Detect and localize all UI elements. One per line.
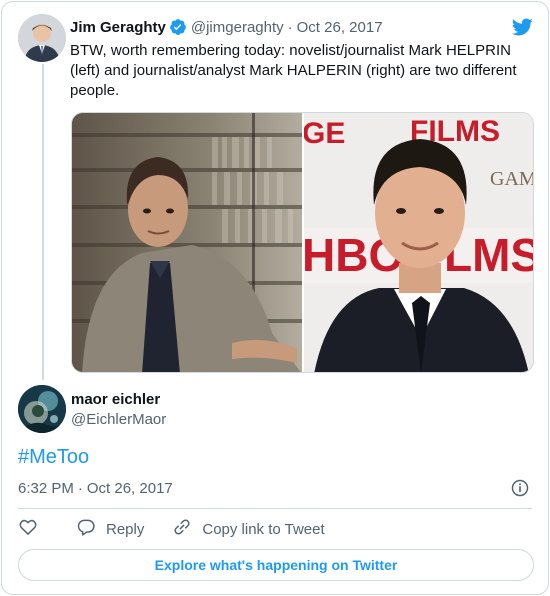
- separator-dot: ·: [77, 480, 83, 497]
- author-handle[interactable]: @EichlerMaor: [71, 411, 166, 428]
- copy-link-label: Copy link to Tweet: [202, 520, 325, 538]
- parent-tweet-text: BTW, worth remembering today: novelist/j…: [70, 42, 517, 99]
- thread-line: [42, 64, 44, 380]
- parent-tweet[interactable]: Jim Geraghty @jimgeraghty · Oct 26, 2017…: [2, 2, 550, 382]
- avatar[interactable]: [18, 14, 66, 62]
- reply-button[interactable]: Reply: [76, 517, 144, 541]
- explore-label: Explore what's happening on Twitter: [154, 557, 398, 573]
- avatar-photo-jim: [18, 14, 66, 62]
- avatar-photo-maor: [18, 385, 66, 433]
- explore-twitter-button[interactable]: Explore what's happening on Twitter: [18, 549, 534, 581]
- info-icon[interactable]: [510, 478, 530, 498]
- hashtag-link[interactable]: #MeToo: [18, 446, 89, 469]
- avatar[interactable]: [18, 385, 66, 433]
- twitter-bird-icon[interactable]: [510, 16, 534, 38]
- divider: [18, 508, 532, 509]
- tweet-date: Oct 26, 2017: [86, 480, 173, 497]
- tweet-time: 6:32 PM: [18, 480, 74, 497]
- tweet-media[interactable]: GE FILMS GAM HBO LMS: [71, 112, 534, 373]
- tweet-date-link[interactable]: Oct 26, 2017: [297, 19, 383, 36]
- author-name[interactable]: maor eichler: [71, 391, 166, 408]
- copy-link-button[interactable]: Copy link to Tweet: [172, 517, 325, 541]
- reply-icon: [76, 517, 106, 541]
- tweet-actions: Reply Copy link to Tweet: [18, 518, 353, 540]
- verified-badge-icon: [169, 18, 187, 36]
- media-photo-right[interactable]: GE FILMS GAM HBO LMS: [302, 113, 534, 372]
- like-button[interactable]: [18, 517, 48, 541]
- tweet-embed-card: Jim Geraghty @jimgeraghty · Oct 26, 2017…: [1, 1, 549, 595]
- heart-icon: [18, 517, 48, 541]
- signage-ge: GE: [304, 117, 345, 150]
- parent-tweet-header: Jim Geraghty @jimgeraghty · Oct 26, 2017: [70, 18, 383, 36]
- signage-gam: GAM: [490, 168, 534, 190]
- photo-man-bookshelves: [72, 113, 302, 372]
- reply-label: Reply: [106, 520, 145, 538]
- separator-dot: ·: [287, 18, 293, 36]
- copy-link-icon: [172, 517, 202, 541]
- media-photo-left[interactable]: [72, 113, 302, 372]
- tweet-timestamp[interactable]: 6:32 PM · Oct 26, 2017: [18, 480, 173, 497]
- main-tweet-header: maor eichler @EichlerMaor: [71, 391, 166, 428]
- photo-man-hbo-backdrop: GE FILMS GAM HBO LMS: [302, 113, 534, 372]
- author-name[interactable]: Jim Geraghty: [70, 19, 166, 36]
- author-handle[interactable]: @jimgeraghty: [191, 19, 284, 36]
